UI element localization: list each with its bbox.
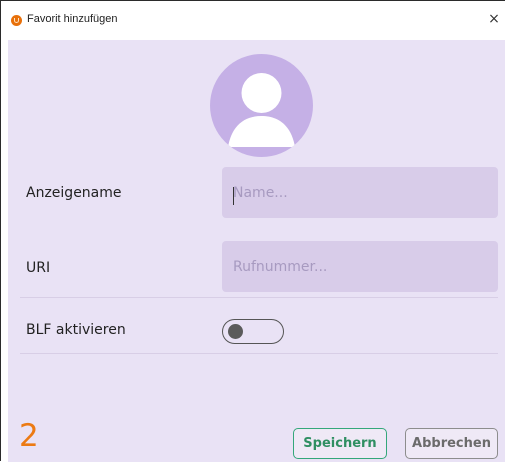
uri-input[interactable] — [222, 241, 498, 292]
toggle-knob — [228, 324, 243, 339]
window-title: Favorit hinzufügen — [27, 13, 118, 25]
title-bar: Favorit hinzufügen × — [1, 1, 505, 40]
cancel-button[interactable]: Abbrechen — [405, 428, 498, 459]
blf-toggle[interactable] — [222, 319, 284, 344]
user-avatar-icon[interactable] — [210, 54, 313, 157]
save-button[interactable]: Speichern — [293, 428, 387, 459]
step-annotation: 2 — [19, 418, 39, 454]
display-name-label: Anzeigename — [26, 185, 122, 201]
app-logo-icon — [11, 15, 22, 26]
display-name-input[interactable] — [222, 167, 498, 218]
uri-label: URI — [26, 260, 51, 276]
divider — [20, 297, 498, 298]
text-caret — [233, 187, 234, 205]
blf-label: BLF aktivieren — [26, 322, 126, 338]
dialog-content: Anzeigename URI BLF aktivieren 2 Speiche… — [8, 40, 505, 462]
divider — [20, 353, 498, 354]
close-icon[interactable]: × — [486, 11, 502, 27]
dialog-window: Favorit hinzufügen × Anzeigename URI BLF… — [0, 0, 505, 462]
